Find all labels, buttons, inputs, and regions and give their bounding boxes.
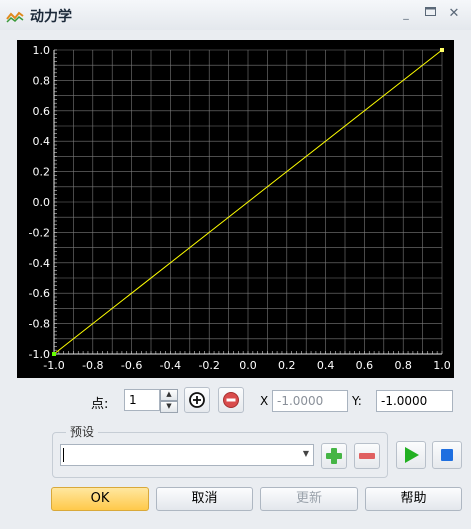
x-tick-label: 0.4 xyxy=(317,359,335,372)
y-tick-label: -0.2 xyxy=(29,226,50,239)
cancel-button[interactable]: 取消 xyxy=(156,487,253,511)
add-preset-button[interactable] xyxy=(321,443,347,469)
ok-button[interactable]: OK xyxy=(51,487,149,511)
x-value-input[interactable] xyxy=(272,390,348,412)
curve-app-icon xyxy=(6,11,24,23)
curve-chart[interactable]: -1.0 -0.8 -0.6 -0.4 -0.2 0.0 0.2 0.4 0.6 0.8 1.0 1.… xyxy=(17,40,454,378)
y-value-input[interactable] xyxy=(376,390,453,412)
x-tick-label: -0.4 xyxy=(160,359,181,372)
y-tick-label: 1.0 xyxy=(33,44,51,57)
y-tick-label: 0.6 xyxy=(33,105,51,118)
window-title: 动力学 xyxy=(30,9,72,25)
plus-circle-icon xyxy=(189,392,205,408)
add-point-button[interactable] xyxy=(184,387,210,413)
y-tick-label: -0.8 xyxy=(29,318,50,331)
help-button[interactable]: 帮助 xyxy=(365,487,462,511)
y-label: Y: xyxy=(352,394,362,408)
y-tick-label: -1.0 xyxy=(29,348,50,361)
stop-button[interactable] xyxy=(432,441,462,469)
point-label: 点: xyxy=(91,397,109,412)
y-tick-label: 0.0 xyxy=(33,196,51,209)
y-tick-label: 0.8 xyxy=(33,74,51,87)
x-tick-label: -0.2 xyxy=(198,359,219,372)
text-cursor xyxy=(63,448,64,462)
x-tick-label: 0.6 xyxy=(356,359,374,372)
x-tick-label: -0.6 xyxy=(121,359,142,372)
preset-group-label: 预设 xyxy=(66,423,99,440)
x-tick-label: 0.8 xyxy=(394,359,412,372)
curve-plot[interactable]: -1.0 -0.8 -0.6 -0.4 -0.2 0.0 0.2 0.4 0.6 0.8 1.0 1.… xyxy=(17,40,454,378)
preset-combobox[interactable]: ▼ xyxy=(60,444,314,466)
spin-up-icon[interactable]: ▲ xyxy=(160,389,178,401)
stop-icon xyxy=(441,449,453,461)
red-minus-icon xyxy=(359,453,375,459)
x-tick-label: 0.2 xyxy=(278,359,296,372)
update-button[interactable]: 更新 xyxy=(260,487,358,511)
x-tick-label: -0.8 xyxy=(82,359,103,372)
point-index-input[interactable] xyxy=(124,389,160,411)
control-point xyxy=(52,352,56,356)
green-plus-icon xyxy=(326,448,342,464)
point-index-spinner[interactable]: ▲ ▼ xyxy=(160,389,178,413)
spin-down-icon[interactable]: ▼ xyxy=(160,401,178,413)
control-point xyxy=(440,48,444,52)
minus-circle-icon xyxy=(223,392,239,408)
title-bar: 动力学 _ ✕ xyxy=(0,0,471,30)
y-tick-label: -0.4 xyxy=(29,257,50,270)
y-tick-label: -0.6 xyxy=(29,287,50,300)
remove-point-button[interactable] xyxy=(218,387,244,413)
chevron-down-icon[interactable]: ▼ xyxy=(303,449,309,458)
maximize-icon[interactable] xyxy=(422,6,438,22)
x-label: X xyxy=(260,394,269,408)
play-button[interactable] xyxy=(396,441,426,469)
play-icon xyxy=(405,447,419,463)
remove-preset-button[interactable] xyxy=(354,443,380,469)
x-tick-label: 0.0 xyxy=(239,359,257,372)
close-icon[interactable]: ✕ xyxy=(446,6,462,22)
minimize-icon[interactable]: _ xyxy=(398,6,414,22)
x-tick-label: 1.0 xyxy=(433,359,451,372)
y-tick-label: 0.2 xyxy=(33,166,51,179)
y-tick-label: 0.4 xyxy=(33,135,51,148)
